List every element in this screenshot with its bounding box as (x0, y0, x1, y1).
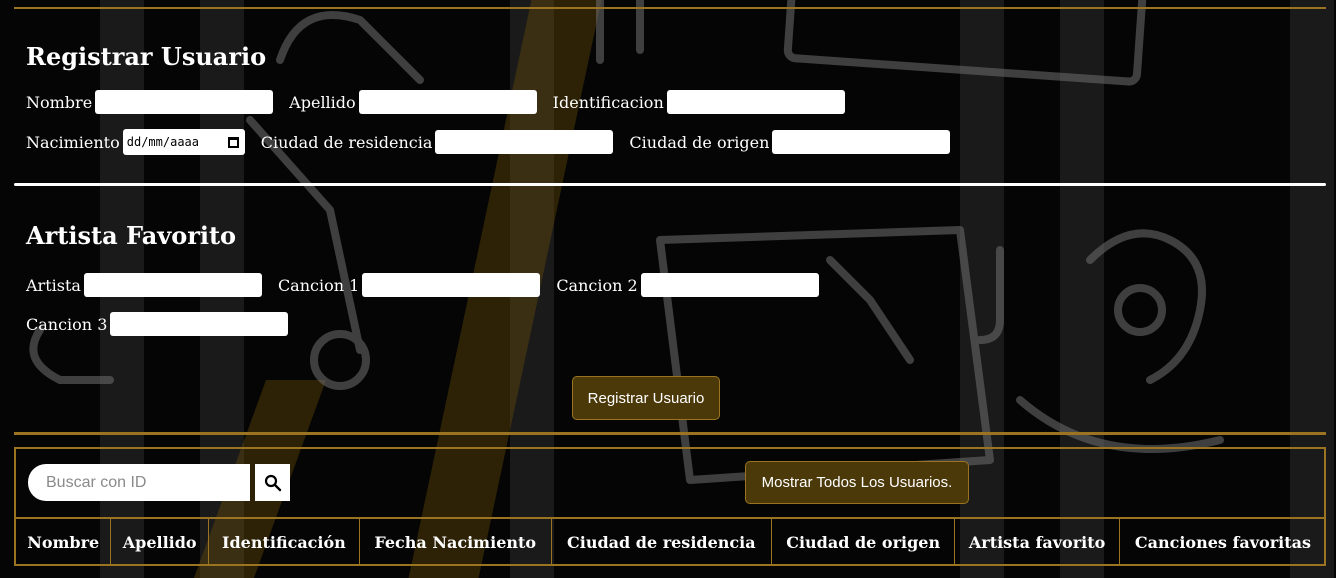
search-icon (264, 474, 281, 491)
artista-input[interactable] (83, 273, 262, 297)
ciudad-origen-label: Ciudad de origen (629, 132, 770, 152)
apellido-field: Apellido (289, 90, 537, 114)
search-button[interactable] (255, 464, 290, 501)
column-header: Artista favorito (954, 517, 1120, 566)
search-placeholder: Buscar con ID (46, 473, 147, 491)
register-row-2: Nacimiento dd/mm/aaaa Ciudad de residenc… (26, 129, 966, 155)
apellido-label: Apellido (289, 92, 356, 112)
favorite-row-1: Artista Cancion 1 Cancion 2 (26, 273, 835, 297)
top-divider (14, 7, 1326, 9)
register-user-button[interactable]: Registrar Usuario (572, 376, 720, 420)
nombre-input[interactable] (95, 90, 274, 114)
column-header: Fecha Nacimiento (359, 517, 552, 566)
ciudad-residencia-label: Ciudad de residencia (260, 132, 433, 152)
cancion1-label: Cancion 1 (277, 275, 360, 295)
cancion1-field: Cancion 1 (277, 273, 541, 297)
identificacion-field: Identificacion (553, 90, 845, 114)
calendar-icon[interactable] (227, 136, 239, 148)
ciudad-residencia-input[interactable] (435, 130, 614, 154)
nacimiento-field: Nacimiento dd/mm/aaaa (26, 129, 245, 155)
ciudad-residencia-field: Ciudad de residencia (261, 130, 614, 154)
column-header: Ciudad de origen (771, 517, 956, 566)
cancion2-field: Cancion 2 (556, 273, 819, 297)
nombre-field: Nombre (26, 90, 274, 114)
register-row-1: Nombre Apellido Identificacion (26, 90, 861, 114)
nacimiento-date-input[interactable]: dd/mm/aaaa (122, 129, 245, 155)
nacimiento-label: Nacimiento (26, 132, 120, 152)
cancion3-input[interactable] (110, 312, 289, 336)
column-header: Ciudad de residencia (551, 517, 773, 566)
section-divider (14, 183, 1326, 186)
cancion1-input[interactable] (362, 273, 541, 297)
favorite-row-2: Cancion 3 (26, 312, 304, 336)
artista-field: Artista (26, 273, 262, 297)
date-placeholder: dd/mm/aaaa (126, 135, 199, 149)
show-all-users-button[interactable]: Mostrar Todos Los Usuarios. (745, 461, 969, 504)
users-table: Nombre Apellido Identificación Fecha Nac… (16, 517, 1326, 566)
identificacion-input[interactable] (666, 90, 845, 114)
column-header: Apellido (110, 517, 209, 566)
column-header: Nombre (16, 517, 112, 566)
apellido-input[interactable] (358, 90, 537, 114)
favorite-title: Artista Favorito (26, 221, 237, 250)
cancion3-field: Cancion 3 (26, 312, 289, 336)
cancion2-label: Cancion 2 (556, 275, 638, 295)
search-input[interactable]: Buscar con ID (28, 464, 250, 501)
register-title: Registrar Usuario (26, 42, 267, 71)
table-header-row: Nombre Apellido Identificación Fecha Nac… (16, 517, 1326, 566)
cancion2-input[interactable] (640, 273, 819, 297)
column-header: Canciones favoritas (1119, 517, 1326, 566)
cancion3-label: Cancion 3 (26, 314, 108, 334)
nombre-label: Nombre (26, 92, 93, 112)
column-header: Identificación (208, 517, 360, 566)
bottom-divider (14, 432, 1326, 435)
identificacion-label: Identificacion (552, 92, 664, 112)
artista-label: Artista (26, 275, 81, 295)
ciudad-origen-field: Ciudad de origen (629, 130, 951, 154)
ciudad-origen-input[interactable] (772, 130, 951, 154)
